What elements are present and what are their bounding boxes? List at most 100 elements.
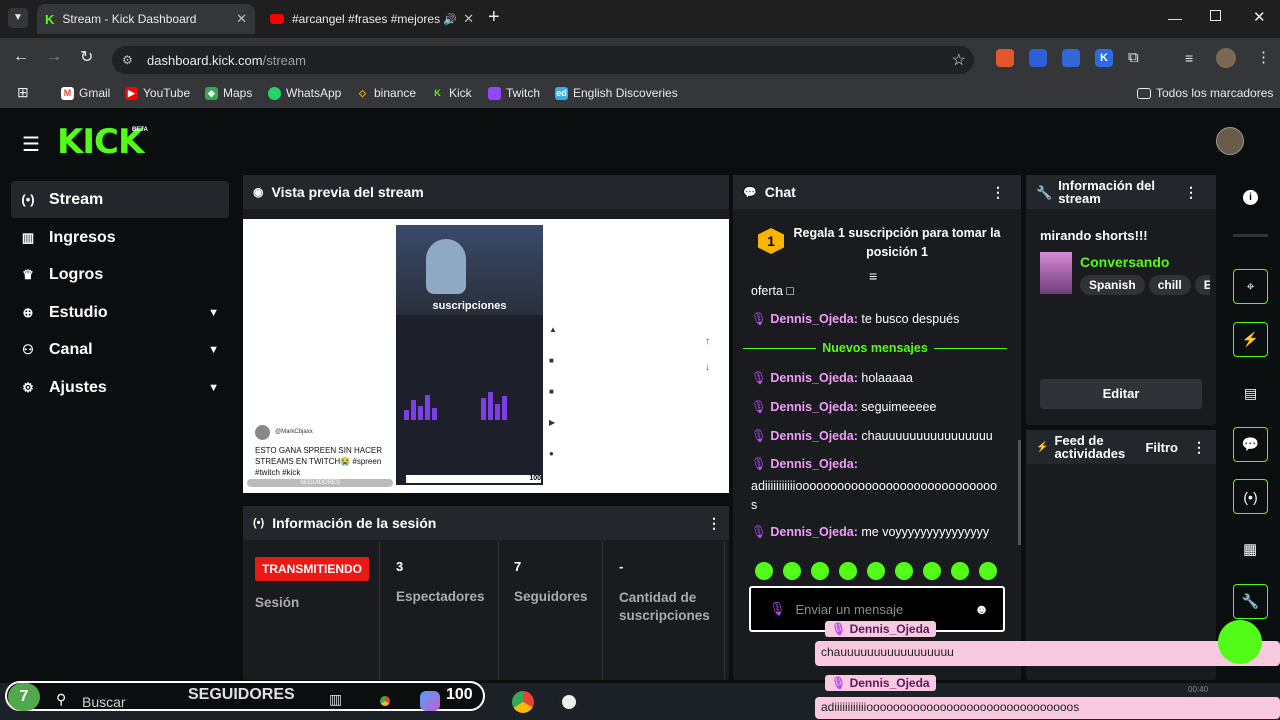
emote-icon[interactable] [755,562,773,580]
chat-user[interactable]: Dennis_Ojeda: [770,457,858,471]
translate-extension-icon[interactable] [1062,49,1080,67]
more-options-icon[interactable]: ⋮ [991,184,1005,201]
more-options-icon[interactable]: ⋮ [707,515,721,532]
star-icon[interactable]: ☆ [952,50,966,70]
collapse-icon[interactable]: ≡ [869,268,877,284]
close-window-icon[interactable]: ✕ [1253,8,1266,26]
chrome-running-icon[interactable] [512,691,534,713]
emote-icon[interactable] [839,562,857,580]
info-icon[interactable]: i [1243,190,1258,205]
bookmark-maps[interactable]: ◆ Maps [205,86,252,100]
bookmark-twitch[interactable]: Twitch [488,86,540,100]
minimize-icon[interactable]: — [1168,10,1182,26]
menu-icon[interactable]: ⋮ [1256,48,1271,66]
task-view-icon[interactable]: ▥ [329,691,342,708]
tag-pill[interactable]: Spanish [1080,275,1145,295]
nav-ajustes[interactable]: ⚙ Ajustes ▼ [11,369,229,406]
nav-logros[interactable]: ♛ Logros [11,256,229,293]
camera-focus-icon[interactable]: ⌖ [1233,269,1268,304]
site-info-icon[interactable]: ⚙ [122,53,133,67]
back-icon[interactable]: ← [13,48,29,66]
mic-badge-icon: 🎙 [751,312,767,326]
scroll-down-icon[interactable]: ↓ [705,362,710,373]
search-icon[interactable]: ⚲ [56,691,66,708]
emote-icon[interactable] [951,562,969,580]
shield-extension-icon[interactable] [1029,49,1047,67]
address-bar[interactable]: ⚙ dashboard.kick.com/stream ☆ [112,46,974,74]
chat-user[interactable]: Dennis_Ojeda: [770,429,858,443]
taskbar-search[interactable]: Buscar [82,694,126,710]
bookmark-english-discoveries[interactable]: ed English Discoveries [555,86,678,100]
video-preview[interactable]: suscripciones 100 ▲ ■ ■ ▶ ● ↑ ↓ @MarkCbjaxx … [243,219,729,493]
tab-title: Stream - Kick Dashboard [62,12,197,26]
tag-pill[interactable]: E [1194,275,1210,295]
fox-extension-icon[interactable] [996,49,1014,67]
bookmark-binance[interactable]: ◇ binance [356,86,416,100]
tag-pill[interactable]: chill [1148,275,1191,295]
k-extension-icon[interactable]: K [1095,49,1113,67]
tab-kick-dashboard[interactable]: K Stream - Kick Dashboard ✕ [37,4,255,34]
emote-icon[interactable] [979,562,997,580]
category-name[interactable]: Conversando [1080,254,1169,270]
user-avatar[interactable] [1216,127,1244,155]
emote-icon[interactable] [867,562,885,580]
edit-button[interactable]: Editar [1040,379,1202,409]
more-options-icon[interactable]: ⋮ [1192,440,1206,454]
broadcast-icon[interactable]: (•) [1233,479,1268,514]
bookmark-whatsapp[interactable]: WhatsApp [268,86,341,100]
obs-icon[interactable] [558,691,580,713]
all-bookmarks[interactable]: Todos los marcadores [1137,86,1273,100]
apps-icon[interactable]: ⊞ [17,84,29,101]
chat-user[interactable]: Dennis_Ojeda: [770,525,858,539]
green-chat-fab[interactable] [1218,620,1262,664]
nav-stream[interactable]: (•) Stream [11,181,229,218]
document-icon[interactable]: ▤ [1244,385,1257,402]
chat-user[interactable]: Dennis_Ojeda: [770,371,858,385]
mic-badge-icon: 🎙 [751,525,767,539]
puzzle-icon[interactable]: ⧉ [1128,49,1139,67]
profile-avatar[interactable] [1216,48,1236,68]
wrench-icon[interactable]: 🔧 [1233,584,1268,619]
emoji-icon[interactable]: ☻ [974,601,989,617]
lightning-icon[interactable]: ⚡ [1233,322,1268,357]
tab-list-button[interactable]: ▼ [8,8,28,28]
chat-text: te busco después [857,312,960,326]
media-icon[interactable]: ≡ [1185,50,1193,66]
reload-icon[interactable]: ↻ [80,47,93,67]
bookmark-kick[interactable]: K Kick [431,86,471,100]
emote-icon[interactable] [811,562,829,580]
new-tab-button[interactable]: + [488,6,500,29]
chat-user[interactable]: Dennis_Ojeda: [770,312,858,326]
emote-icon[interactable] [783,562,801,580]
chrome-icon[interactable] [375,691,395,711]
bookmark-youtube[interactable]: ▶ YouTube [125,86,190,100]
binance-icon: ◇ [359,87,366,98]
speaker-icon[interactable]: 🔊 [443,13,457,26]
nav-estudio[interactable]: ⊕ Estudio ▼ [11,294,229,331]
gift-text: Regala 1 suscripción para tomar la posic… [793,226,1001,259]
hamburger-icon[interactable]: ☰ [22,132,40,157]
live-badge: TRANSMITIENDO [255,557,369,581]
filter-button[interactable]: Filtro [1145,441,1178,454]
chat-bubble-icon[interactable]: 💬 [1233,427,1268,462]
close-tab-icon[interactable]: ✕ [463,11,474,27]
subs-label: Cantidad de suscripciones [619,590,710,623]
emote-icon[interactable] [923,562,941,580]
close-tab-icon[interactable]: ✕ [236,11,247,27]
restore-icon[interactable] [1210,10,1221,21]
copilot-icon[interactable] [420,691,440,711]
more-options-icon[interactable]: ⋮ [1184,185,1198,199]
bookmark-gmail[interactable]: M Gmail [61,86,110,100]
kick-logo[interactable]: KICK [57,122,144,162]
tab-youtube[interactable]: #arcangel #frases #mejores 🔊 ✕ [262,4,482,34]
emote-bar [755,562,997,580]
nav-ingresos[interactable]: ▥ Ingresos [11,219,229,256]
scroll-up-icon[interactable]: ↑ [705,336,710,347]
chat-user[interactable]: Dennis_Ojeda: [770,400,858,414]
layout-icon[interactable]: ▦ [1243,540,1257,558]
nav-canal[interactable]: ⚇ Canal ▼ [11,331,229,368]
nav-label: Stream [49,190,104,208]
emote-icon[interactable] [895,562,913,580]
forward-icon[interactable]: → [46,48,62,66]
chat-scrollbar[interactable] [1018,440,1021,545]
